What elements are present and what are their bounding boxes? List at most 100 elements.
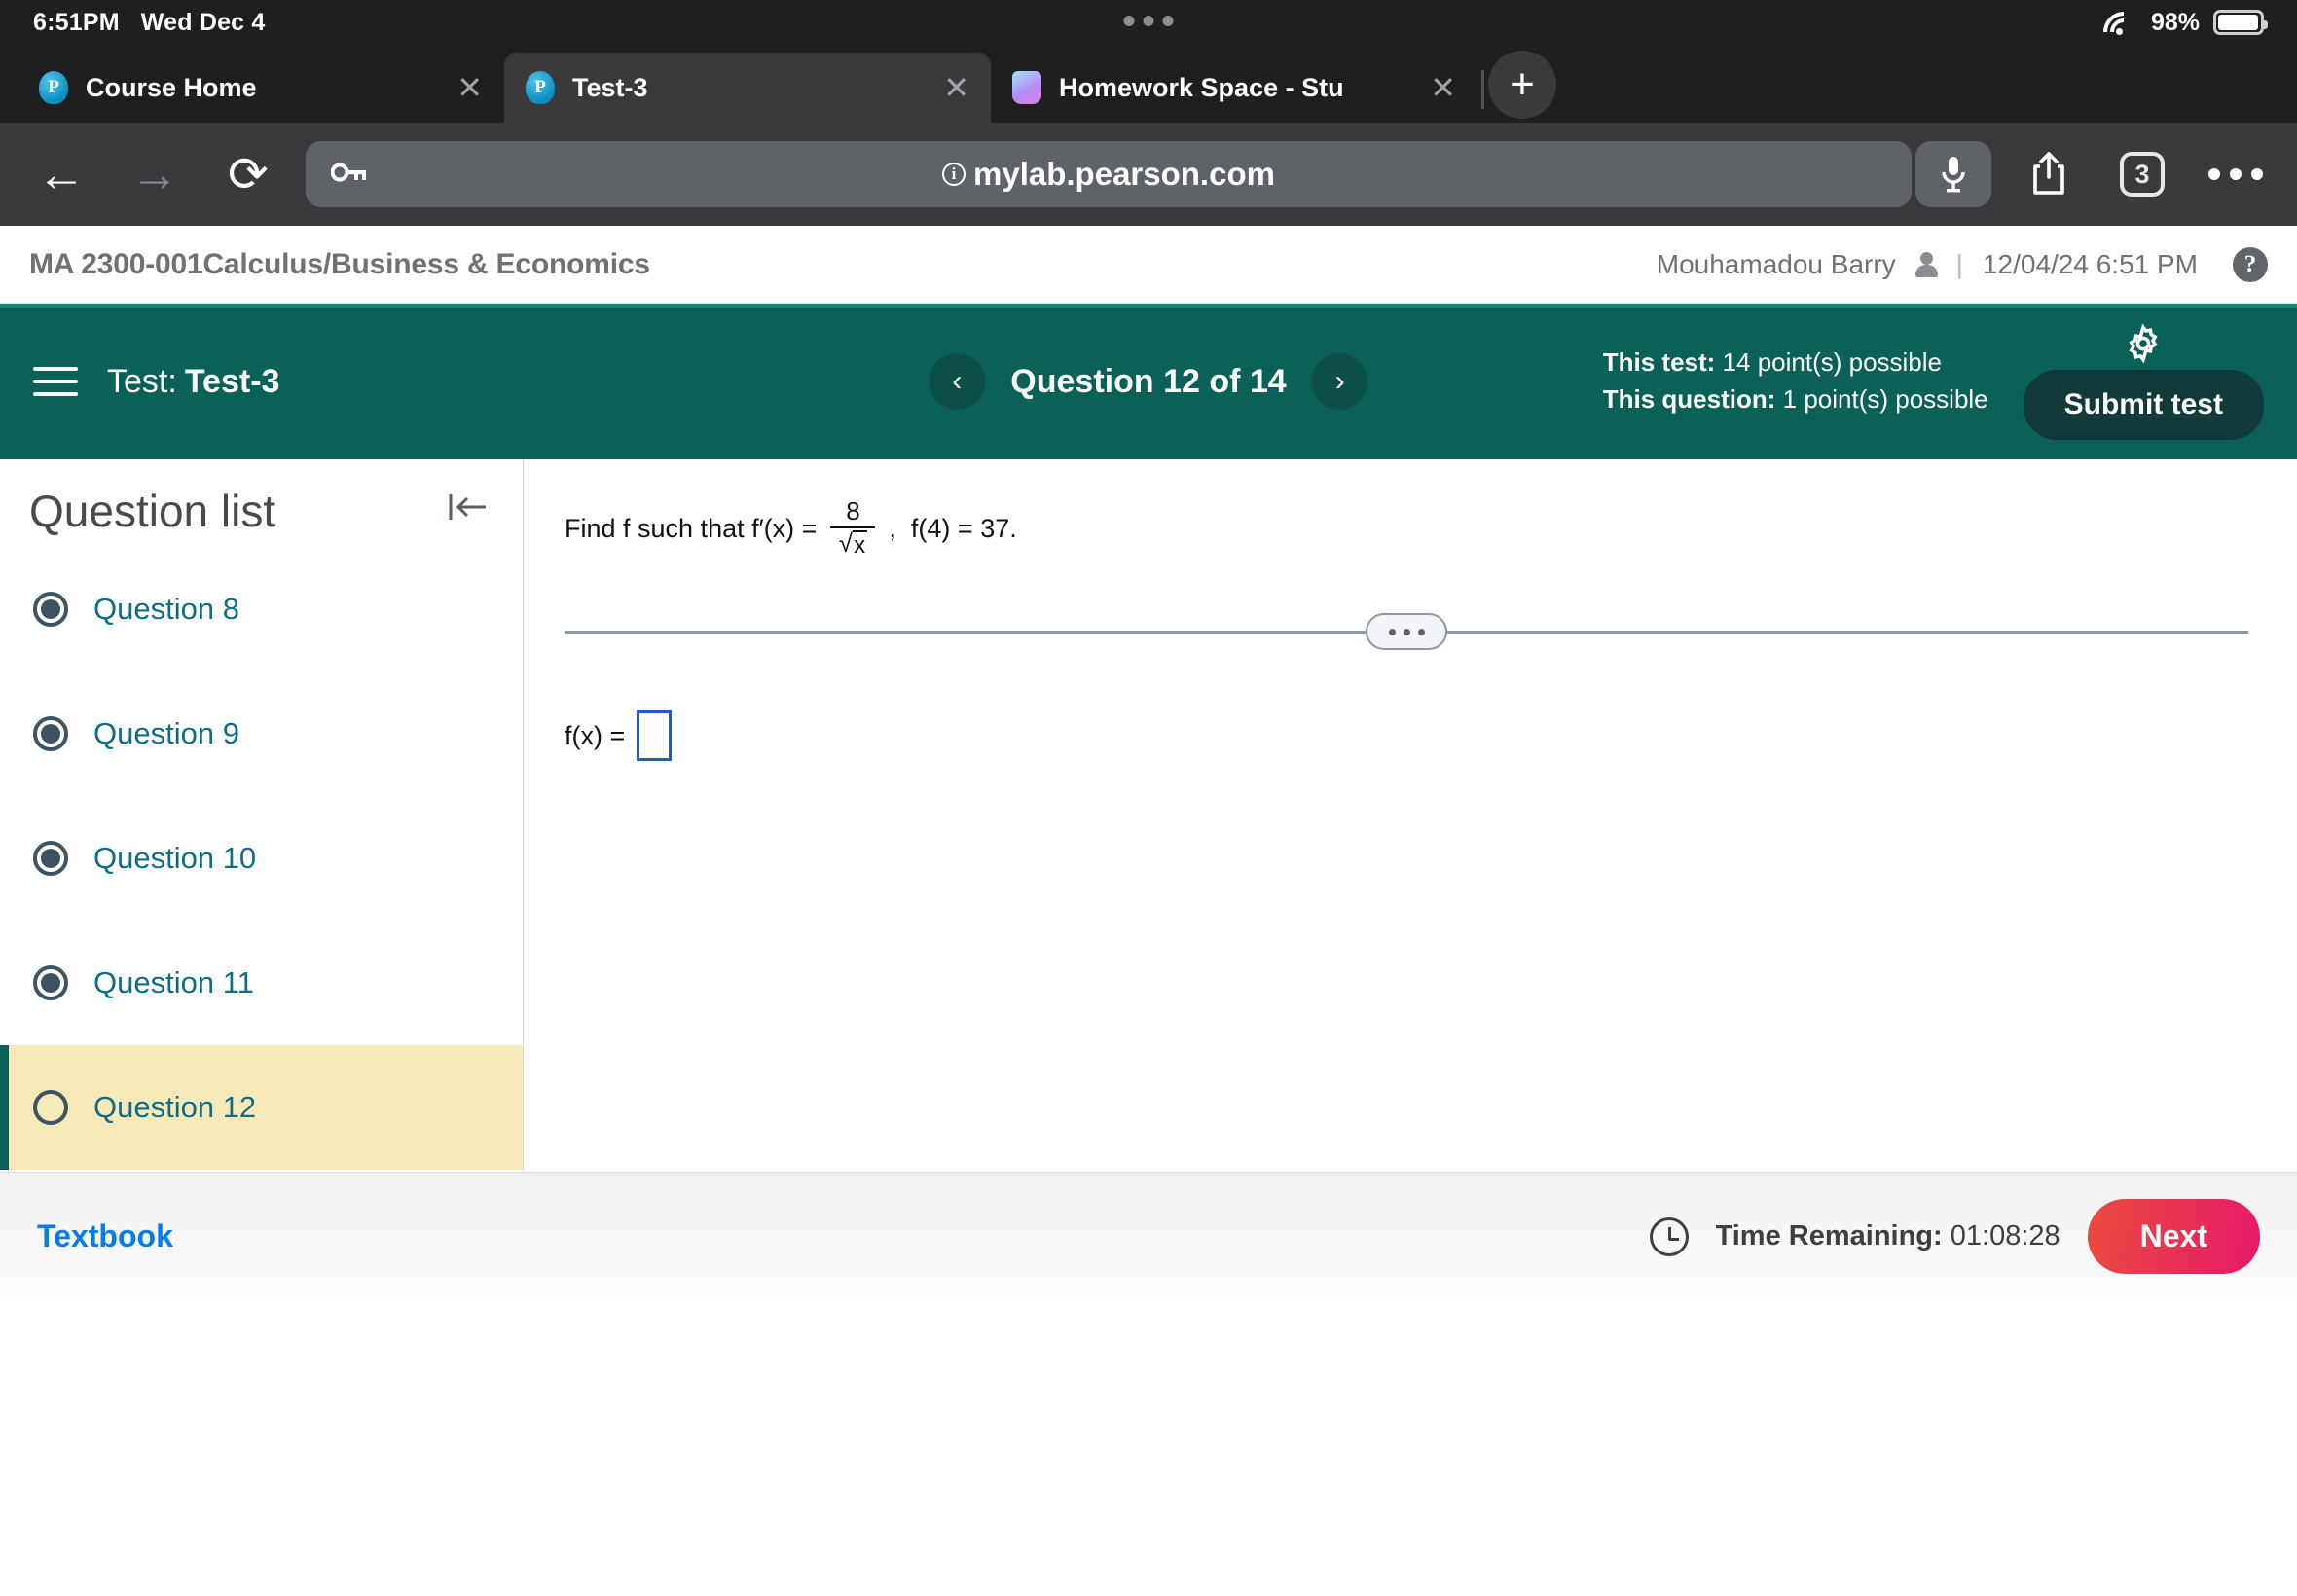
- sidebar-item-question-12[interactable]: Question 12: [0, 1045, 523, 1170]
- square-root: √ x: [838, 528, 868, 559]
- radical-icon: √: [838, 528, 854, 558]
- this-question-value: 1 point(s) possible: [1782, 384, 1988, 414]
- question-list-header: Question list: [0, 459, 523, 547]
- submit-test-button[interactable]: Submit test: [2023, 370, 2264, 440]
- tab-title: Course Home: [86, 72, 257, 102]
- header-datetime: 12/04/24 6:51 PM: [1982, 248, 2198, 279]
- question-status-icon: [33, 841, 68, 876]
- info-icon[interactable]: i: [942, 163, 966, 186]
- url-text-wrapper: i mylab.pearson.com: [306, 156, 1912, 193]
- test-prefix-label: Test:: [107, 362, 177, 400]
- tab-count-button[interactable]: 3: [2106, 138, 2178, 210]
- question-prompt: Find f such that f′(x) = 8 √ x , f(4) = …: [565, 498, 2248, 559]
- sidebar-item-label: Question 12: [93, 1090, 257, 1124]
- address-bar[interactable]: i mylab.pearson.com: [306, 141, 1912, 207]
- close-icon[interactable]: ✕: [456, 72, 483, 103]
- sidebar-item-label: Question 10: [93, 841, 257, 875]
- homework-space-favicon-icon: [1012, 71, 1041, 104]
- this-test-points-row: This test: 14 point(s) possible: [1603, 345, 1988, 381]
- answer-label: f(x) =: [565, 720, 626, 750]
- sidebar-item-question-8[interactable]: Question 8: [0, 547, 523, 671]
- browser-tab-course-home[interactable]: P Course Home ✕: [18, 53, 504, 123]
- battery-percent: 98%: [2150, 8, 2200, 36]
- question-status-icon: [33, 965, 68, 1000]
- browser-toolbar: ← → ⟳ i mylab.pearson.com 3: [0, 123, 2297, 226]
- share-icon[interactable]: [2013, 138, 2085, 210]
- gear-icon[interactable]: [2123, 323, 2164, 364]
- tab-title: Homework Space - Stu: [1059, 72, 1344, 102]
- question-navigator: ‹ Question 12 of 14 ›: [929, 353, 1368, 410]
- sidebar-item-label: Question 11: [93, 965, 254, 999]
- sidebar-item-question-11[interactable]: Question 11: [0, 921, 523, 1045]
- course-header: MA 2300-001Calculus/Business & Economics…: [0, 226, 2297, 304]
- question-status-icon: [33, 716, 68, 751]
- sidebar-item-label: Question 8: [93, 592, 239, 626]
- status-time: 6:51PM: [33, 8, 120, 36]
- back-icon[interactable]: ←: [25, 138, 97, 210]
- reload-icon[interactable]: ⟳: [212, 138, 284, 210]
- time-remaining-label: Time Remaining:: [1715, 1220, 1943, 1251]
- test-name-wrapper: Test: Test-3: [107, 363, 279, 401]
- test-toolbar: Test: Test-3 ‹ Question 12 of 14 › This t…: [0, 304, 2297, 459]
- content-divider: [565, 613, 2248, 652]
- ipad-status-bar: 6:51PM Wed Dec 4 98%: [0, 0, 2297, 45]
- more-icon[interactable]: [2200, 138, 2272, 210]
- next-question-button[interactable]: ›: [1311, 353, 1368, 410]
- this-question-label: This question:: [1602, 384, 1776, 414]
- this-question-points-row: This question: 1 point(s) possible: [1603, 381, 1988, 418]
- help-icon[interactable]: ?: [2233, 246, 2268, 282]
- test-toolbar-accent-line: [0, 304, 2297, 308]
- time-remaining: Time Remaining: 01:08:28: [1716, 1220, 2060, 1252]
- clock-icon: [1649, 1216, 1689, 1256]
- submit-area: Submit test: [2023, 323, 2264, 440]
- this-test-value: 14 point(s) possible: [1722, 347, 1943, 378]
- bottom-toolbar: Textbook Time Remaining: 01:08:28 Next: [0, 1172, 2297, 1300]
- next-button[interactable]: Next: [2087, 1199, 2260, 1274]
- answer-row: f(x) =: [565, 710, 2248, 762]
- status-bar-dots-icon: [1123, 16, 1174, 26]
- question-content-panel: Find f such that f′(x) = 8 √ x , f(4) = …: [524, 459, 2297, 1172]
- status-bar-right: 98%: [2102, 8, 2268, 37]
- ellipsis-handle-icon[interactable]: [1366, 613, 1447, 651]
- question-prompt-prefix: Find f such that f′(x) =: [565, 513, 818, 543]
- forward-icon[interactable]: →: [119, 138, 191, 210]
- header-separator: |: [1955, 248, 1963, 279]
- sidebar-item-question-9[interactable]: Question 9: [0, 671, 523, 796]
- previous-question-button[interactable]: ‹: [929, 353, 986, 410]
- browser-tab-strip: P Course Home ✕ P Test-3 ✕ Homework Spac…: [0, 45, 2297, 123]
- fraction-numerator: 8: [846, 496, 860, 526]
- answer-input[interactable]: [637, 710, 673, 762]
- browser-tab-homework-space[interactable]: Homework Space - Stu ✕: [991, 53, 1477, 123]
- url-text: mylab.pearson.com: [973, 156, 1275, 192]
- tab-title: Test-3: [572, 72, 648, 102]
- new-tab-button[interactable]: +: [1488, 51, 1556, 119]
- question-list-title: Question list: [29, 486, 276, 536]
- browser-tab-test-3[interactable]: P Test-3 ✕: [504, 53, 991, 123]
- pearson-favicon-icon: P: [39, 71, 68, 104]
- textbook-link[interactable]: Textbook: [37, 1218, 173, 1254]
- battery-icon: [2213, 10, 2268, 35]
- user-icon[interactable]: [1914, 251, 1938, 277]
- test-name: Test-3: [184, 362, 280, 400]
- tab-divider: [1481, 70, 1484, 109]
- close-icon[interactable]: ✕: [1430, 72, 1456, 103]
- collapse-sidebar-icon[interactable]: [445, 488, 490, 534]
- question-status-icon: [33, 592, 68, 627]
- close-icon[interactable]: ✕: [943, 72, 969, 103]
- question-status-icon: [33, 1090, 68, 1125]
- wifi-icon: [2102, 10, 2137, 35]
- microphone-icon[interactable]: [1915, 141, 1991, 207]
- course-title: MA 2300-001Calculus/Business & Economics: [29, 247, 650, 280]
- status-bar-left: 6:51PM Wed Dec 4: [33, 9, 266, 37]
- status-date: Wed Dec 4: [140, 8, 266, 36]
- points-info: This test: 14 point(s) possible This que…: [1603, 345, 1988, 417]
- hamburger-menu-icon[interactable]: [33, 367, 78, 396]
- fraction-denominator: √ x: [838, 528, 868, 559]
- question-counter: Question 12 of 14: [1010, 362, 1287, 400]
- radicand: x: [853, 530, 868, 559]
- pearson-favicon-icon: P: [526, 71, 555, 104]
- main-content-area: Question list Question 8 Question 9 Ques…: [0, 459, 2297, 1172]
- question-list-sidebar: Question list Question 8 Question 9 Ques…: [0, 459, 524, 1172]
- sidebar-item-question-10[interactable]: Question 10: [0, 796, 523, 921]
- fraction: 8 √ x: [830, 496, 876, 559]
